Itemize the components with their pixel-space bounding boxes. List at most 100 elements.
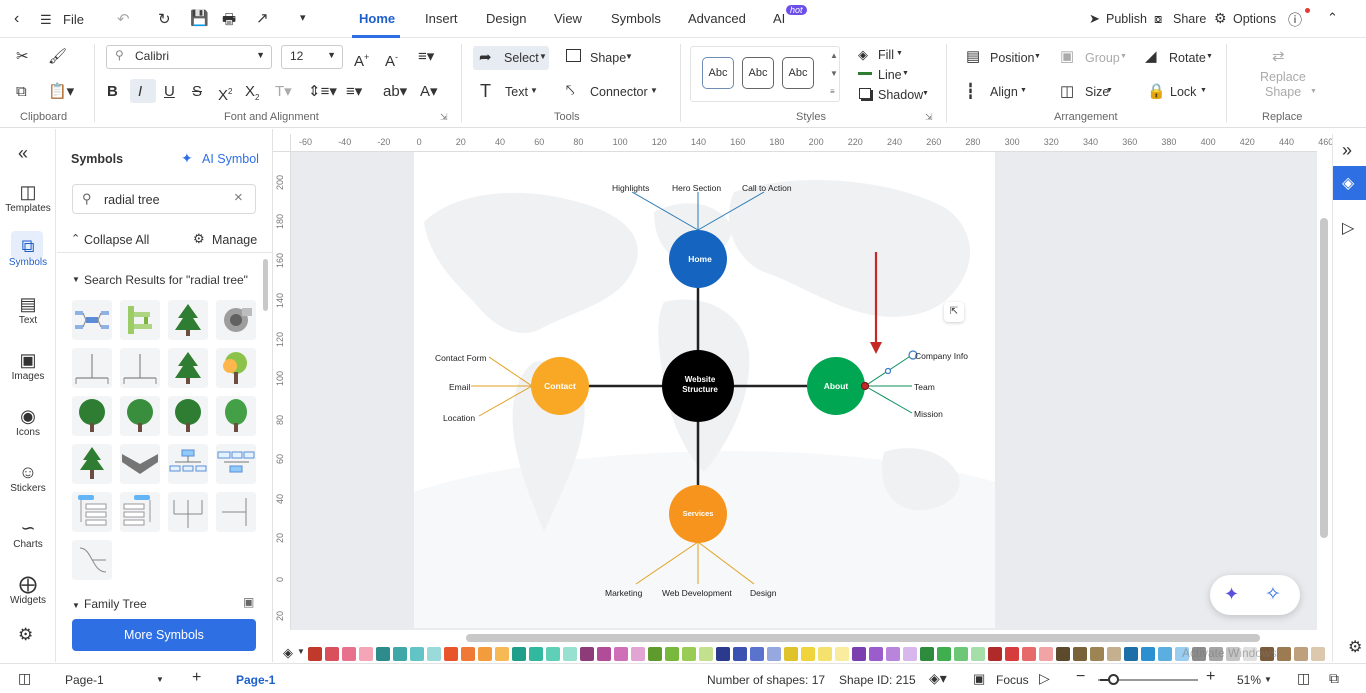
fit-page-icon[interactable]: ⧉ — [1329, 670, 1339, 687]
symbol-tile[interactable] — [168, 444, 208, 484]
color-swatch[interactable] — [835, 647, 849, 661]
tab-advanced[interactable]: Advanced — [688, 11, 746, 26]
color-swatch[interactable] — [648, 647, 662, 661]
zoom-slider-thumb[interactable] — [1108, 674, 1119, 685]
font-color-icon[interactable]: A▾ — [420, 83, 438, 101]
ai-sparkle-icon[interactable]: ✧ — [1265, 583, 1281, 606]
ai-symbol-icon[interactable]: ✦ — [181, 150, 193, 167]
color-swatch[interactable] — [1124, 647, 1138, 661]
share-button[interactable]: Share — [1173, 12, 1206, 26]
quick-access-more-icon[interactable]: ▾ — [300, 11, 306, 24]
tab-ai[interactable]: AI — [773, 11, 785, 26]
color-swatch[interactable] — [971, 647, 985, 661]
text-tool[interactable]: Text — [505, 85, 528, 99]
print-icon[interactable]: 🖶 — [222, 9, 236, 34]
connector-icon[interactable]: ⤣ — [566, 82, 574, 100]
color-swatch[interactable] — [1090, 647, 1104, 661]
rail-symbols[interactable]: ⧉ Symbols — [0, 235, 56, 268]
color-swatch[interactable] — [461, 647, 475, 661]
symbol-tile[interactable] — [72, 300, 112, 340]
color-swatch[interactable] — [733, 647, 747, 661]
shape-icon[interactable] — [566, 49, 581, 62]
style-swatch[interactable]: Abc — [742, 57, 774, 89]
decrease-font-icon[interactable]: A- — [385, 48, 398, 71]
color-swatch[interactable] — [699, 647, 713, 661]
color-swatch[interactable] — [767, 647, 781, 661]
options-gear-icon[interactable]: ⚙ — [1214, 10, 1227, 27]
rail-templates[interactable]: ◫ Templates — [0, 181, 56, 214]
panel-scrollbar[interactable] — [263, 259, 268, 311]
page-layout-icon[interactable]: ◫ — [18, 670, 31, 687]
lock-button[interactable]: Lock — [1170, 85, 1196, 99]
color-swatch[interactable] — [886, 647, 900, 661]
increase-font-icon[interactable]: A+ — [354, 48, 369, 71]
text-case-icon[interactable]: T▾ — [275, 83, 292, 101]
tab-home[interactable]: Home — [359, 11, 395, 26]
page-select[interactable]: Page-1 — [65, 673, 104, 687]
color-swatch[interactable] — [869, 647, 883, 661]
symbol-tile[interactable] — [120, 492, 160, 532]
symbol-tile[interactable] — [168, 396, 208, 436]
publish-icon[interactable]: ➤ — [1089, 11, 1100, 27]
publish-button[interactable]: Publish — [1106, 12, 1147, 26]
color-swatch[interactable] — [750, 647, 764, 661]
horizontal-scrollbar[interactable] — [466, 634, 1260, 642]
page-tab-active[interactable]: Page-1 — [236, 673, 275, 687]
bold-icon[interactable]: B — [107, 83, 118, 101]
color-swatch[interactable] — [444, 647, 458, 661]
styles-dialog-launcher-icon[interactable]: ⇲ — [925, 112, 933, 123]
color-swatch[interactable] — [716, 647, 730, 661]
strikethrough-icon[interactable]: S — [192, 83, 202, 101]
manage-icon[interactable]: ⚙ — [193, 231, 205, 247]
book-view-icon[interactable]: ◫ — [1297, 670, 1310, 687]
family-tree-caret-icon[interactable]: ▼ — [72, 601, 80, 610]
styles-scroll-down-icon[interactable]: ▼ — [830, 69, 838, 78]
floating-expand-icon[interactable]: ⇱ — [944, 302, 964, 322]
settings-gear-icon[interactable]: ⚙ — [18, 625, 33, 645]
tab-design[interactable]: Design — [486, 11, 526, 26]
color-swatch[interactable] — [1073, 647, 1087, 661]
color-swatch[interactable] — [682, 647, 696, 661]
zoom-out-icon[interactable]: − — [1076, 668, 1085, 686]
expand-caret-icon[interactable]: ▼ — [72, 275, 80, 284]
color-swatch[interactable] — [631, 647, 645, 661]
style-swatch[interactable]: Abc — [782, 57, 814, 89]
save-icon[interactable]: 💾 — [190, 9, 209, 27]
symbol-tile[interactable] — [120, 444, 160, 484]
color-swatch[interactable] — [1141, 647, 1155, 661]
color-swatch[interactable] — [1039, 647, 1053, 661]
family-tree-section[interactable]: Family Tree — [84, 597, 147, 611]
color-swatch[interactable] — [580, 647, 594, 661]
align-button[interactable]: Align — [990, 85, 1018, 99]
symbol-tile[interactable] — [216, 444, 256, 484]
symbol-tile[interactable] — [216, 348, 256, 388]
color-swatch[interactable] — [427, 647, 441, 661]
format-painter-icon[interactable]: 🖌 — [48, 48, 67, 66]
text-highlight-icon[interactable]: ab▾ — [383, 83, 407, 101]
symbol-tile[interactable] — [72, 348, 112, 388]
color-swatch[interactable] — [1107, 647, 1121, 661]
group-button[interactable]: Group — [1085, 51, 1120, 65]
color-swatch[interactable] — [1056, 647, 1070, 661]
rail-text[interactable]: ▤ Text — [0, 293, 56, 326]
font-family-select[interactable]: Calibri ⚲ ▼ — [106, 45, 272, 69]
position-button[interactable]: Position — [990, 51, 1034, 65]
rotate-icon[interactable]: ◢ — [1145, 48, 1157, 66]
rail-stickers[interactable]: ☺ Stickers — [0, 461, 56, 494]
rail-charts[interactable]: ∽ Charts — [0, 517, 56, 550]
palette-settings-icon[interactable]: ⚙ — [1348, 637, 1362, 657]
color-swatch[interactable] — [1022, 647, 1036, 661]
styles-scroll-up-icon[interactable]: ▲ — [830, 51, 838, 60]
styles-more-icon[interactable]: ≡ — [830, 87, 835, 96]
back-icon[interactable]: ‹ — [14, 10, 19, 28]
font-dialog-launcher-icon[interactable]: ⇲ — [440, 112, 448, 123]
shape-tool[interactable]: Shape — [590, 51, 626, 65]
focus-button[interactable]: Focus — [996, 673, 1029, 687]
tab-view[interactable]: View — [554, 11, 582, 26]
position-icon[interactable]: ▤ — [966, 48, 980, 66]
underline-icon[interactable]: U — [164, 83, 175, 101]
drawing-page[interactable]: Website Structure Home Contact About Serv… — [414, 152, 995, 628]
fill-bucket-icon[interactable]: ◈ — [283, 645, 293, 661]
add-page-icon[interactable]: + — [192, 669, 201, 687]
symbol-tile[interactable] — [120, 348, 160, 388]
